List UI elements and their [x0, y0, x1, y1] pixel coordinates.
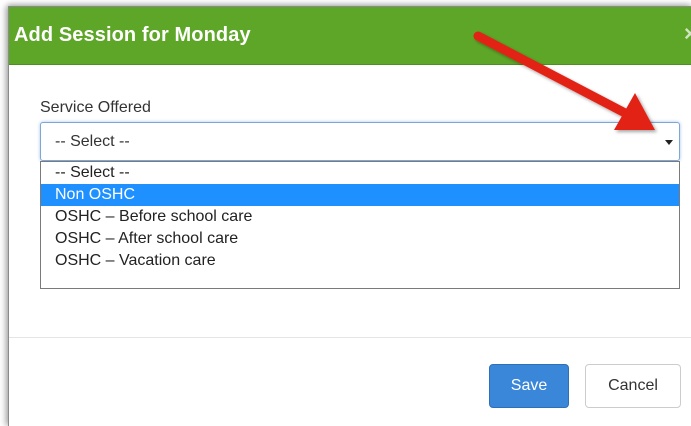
option-oshc-before-school-care[interactable]: OSHC – Before school care	[41, 206, 679, 228]
save-button[interactable]: Save	[489, 364, 569, 408]
dialog-title: Add Session for Monday	[14, 24, 251, 46]
dialog-header: Add Session for Monday ×	[9, 7, 691, 65]
select-current-value: -- Select --	[55, 133, 130, 150]
service-offered-label: Service Offered	[40, 99, 151, 116]
add-session-dialog: Add Session for Monday × Service Offered…	[8, 6, 691, 426]
cancel-button[interactable]: Cancel	[585, 364, 681, 408]
option-non-oshc[interactable]: Non OSHC	[41, 184, 679, 206]
option-oshc-after-school-care[interactable]: OSHC – After school care	[41, 228, 679, 250]
footer-divider	[9, 337, 691, 338]
caret-down-icon	[665, 140, 673, 145]
service-offered-dropdown: -- Select -- Non OSHC OSHC – Before scho…	[40, 161, 680, 289]
service-offered-select[interactable]: -- Select --	[40, 122, 680, 161]
option-oshc-vacation-care[interactable]: OSHC – Vacation care	[41, 250, 679, 272]
close-icon[interactable]: ×	[684, 22, 691, 46]
option-select-placeholder[interactable]: -- Select --	[41, 162, 679, 184]
